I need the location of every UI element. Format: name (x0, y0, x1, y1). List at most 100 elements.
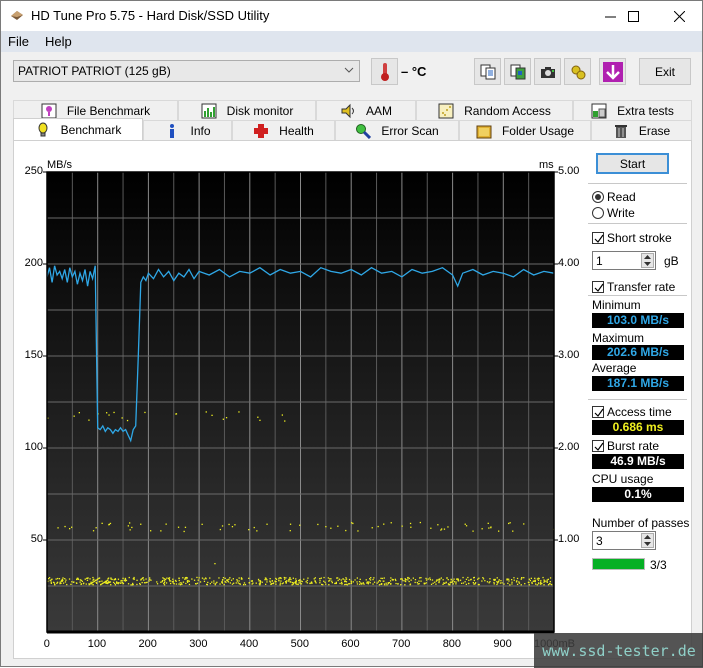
divider (588, 183, 687, 184)
short-stroke-checkbox[interactable]: Short stroke (592, 231, 672, 245)
spinner-arrows[interactable] (641, 533, 654, 548)
screenshot-button[interactable] (534, 58, 561, 85)
x-tick-label: 500 (290, 638, 309, 650)
x-tick-label: 700 (392, 638, 411, 650)
tab-label: Error Scan (381, 123, 439, 138)
write-label: Write (607, 206, 635, 220)
close-button[interactable] (656, 1, 702, 31)
copy-screenshot-button[interactable] (504, 58, 531, 85)
window-title: HD Tune Pro 5.75 - Hard Disk/SSD Utility (31, 8, 270, 23)
maximum-label: Maximum (592, 331, 645, 345)
divider (588, 399, 687, 400)
tab-label: Health (279, 123, 314, 138)
y-tick-label: 150 (24, 349, 43, 361)
y-axis-label: MB/s (47, 159, 73, 171)
tab-label: Extra tests (617, 103, 674, 118)
cpu-usage-label: CPU usage (592, 472, 654, 486)
drive-select-value: PATRIOT PATRIOT (125 gB) (18, 64, 171, 78)
y2-tick-label: 1.00 (558, 533, 580, 545)
exit-button[interactable]: Exit (639, 58, 691, 85)
transfer-rate-checkbox[interactable]: Transfer rate (592, 280, 675, 294)
write-radio[interactable]: Write (592, 206, 635, 220)
maximum-value: 202.6 MB/s (592, 345, 684, 360)
divider (588, 223, 687, 224)
tab-file-benchmark[interactable]: File Benchmark (13, 100, 178, 120)
menu-file[interactable]: File (8, 34, 29, 49)
tab-row-bottom: Benchmark Info Health Error Scan Folder … (13, 118, 692, 140)
copy-screenshot-icon (510, 64, 525, 79)
checkbox-box (592, 232, 604, 244)
info-icon (170, 123, 175, 138)
passes-spinner[interactable]: 3 (592, 531, 656, 550)
tab-error-scan[interactable]: Error Scan (335, 120, 459, 140)
start-button[interactable]: Start (596, 153, 669, 174)
radio-dot (592, 191, 604, 203)
speaker-icon (341, 103, 354, 118)
y-tick-label: 50 (30, 533, 43, 545)
tab-disk-monitor[interactable]: Disk monitor (178, 100, 316, 120)
magnifier-icon (356, 123, 372, 139)
tab-health[interactable]: Health (232, 120, 335, 140)
tab-label: Info (190, 123, 211, 138)
y-tick-label: 200 (24, 257, 43, 269)
save-button[interactable] (599, 58, 626, 85)
menu-bar: File Help (1, 31, 702, 52)
checkbox-box (592, 406, 604, 418)
tab-label: Disk monitor (226, 103, 294, 118)
minimum-value: 103.0 MB/s (592, 313, 684, 328)
camera-icon (540, 66, 555, 78)
lightbulb-icon (38, 122, 48, 136)
short-stroke-spinner[interactable]: 1 (592, 251, 656, 270)
health-cross-icon (254, 123, 269, 138)
tab-label: File Benchmark (66, 103, 151, 118)
tab-aam[interactable]: AAM (316, 100, 416, 120)
file-benchmark-icon (41, 103, 57, 118)
tab-label: Erase (638, 123, 671, 138)
checkbox-box (592, 281, 604, 293)
cpu-usage-value: 0.1% (592, 487, 684, 502)
close-icon (673, 10, 685, 22)
tab-benchmark[interactable]: Benchmark (13, 118, 143, 140)
tab-random-access[interactable]: Random Access (416, 100, 573, 120)
copy-text-button[interactable] (474, 58, 501, 85)
tab-label: Benchmark (60, 122, 122, 137)
tab-info[interactable]: Info (143, 120, 232, 140)
toolbar: PATRIOT PATRIOT (125 gB) – °C Exit (1, 52, 702, 92)
passes-progress-bar (592, 558, 645, 570)
access-time-label: Access time (607, 405, 672, 419)
y2-tick-label: 3.00 (558, 349, 580, 361)
up-down-arrows-icon (644, 255, 651, 266)
maximize-icon (627, 10, 639, 22)
maximize-button[interactable] (610, 1, 656, 31)
short-stroke-label: Short stroke (607, 231, 672, 245)
passes-value: 3 (596, 534, 603, 548)
random-access-icon (438, 103, 454, 118)
thermometer-icon (380, 62, 389, 81)
menu-help[interactable]: Help (45, 34, 72, 49)
passes-progress-text: 3/3 (650, 558, 667, 572)
access-time-checkbox[interactable]: Access time (592, 405, 672, 419)
checkmark-icon (594, 408, 604, 417)
hard-disk-icon (10, 10, 24, 21)
burst-rate-checkbox[interactable]: Burst rate (592, 439, 659, 453)
x-tick-label: 0 (43, 638, 50, 650)
temperature-readout: – °C (401, 64, 427, 79)
y2-tick-label: 2.00 (558, 441, 580, 453)
chevron-down-icon (344, 67, 354, 73)
app-window: HD Tune Pro 5.75 - Hard Disk/SSD Utility… (0, 0, 703, 668)
drive-select[interactable]: PATRIOT PATRIOT (125 gB) (13, 60, 360, 82)
x-tick-label: 900 (493, 638, 512, 650)
options-button[interactable] (564, 58, 591, 85)
temperature-button[interactable] (371, 58, 398, 85)
x-tick-label: 300 (189, 638, 208, 650)
x-tick-label: 100 (87, 638, 107, 650)
read-radio[interactable]: Read (592, 190, 636, 204)
radio-dot (592, 207, 604, 219)
divider (588, 295, 687, 296)
tab-erase[interactable]: Erase (591, 120, 692, 140)
tab-folder-usage[interactable]: Folder Usage (459, 120, 591, 140)
spinner-arrows[interactable] (641, 253, 654, 268)
copy-text-icon (480, 64, 495, 79)
tab-extra-tests[interactable]: Extra tests (573, 100, 692, 120)
average-value: 187.1 MB/s (592, 376, 684, 391)
